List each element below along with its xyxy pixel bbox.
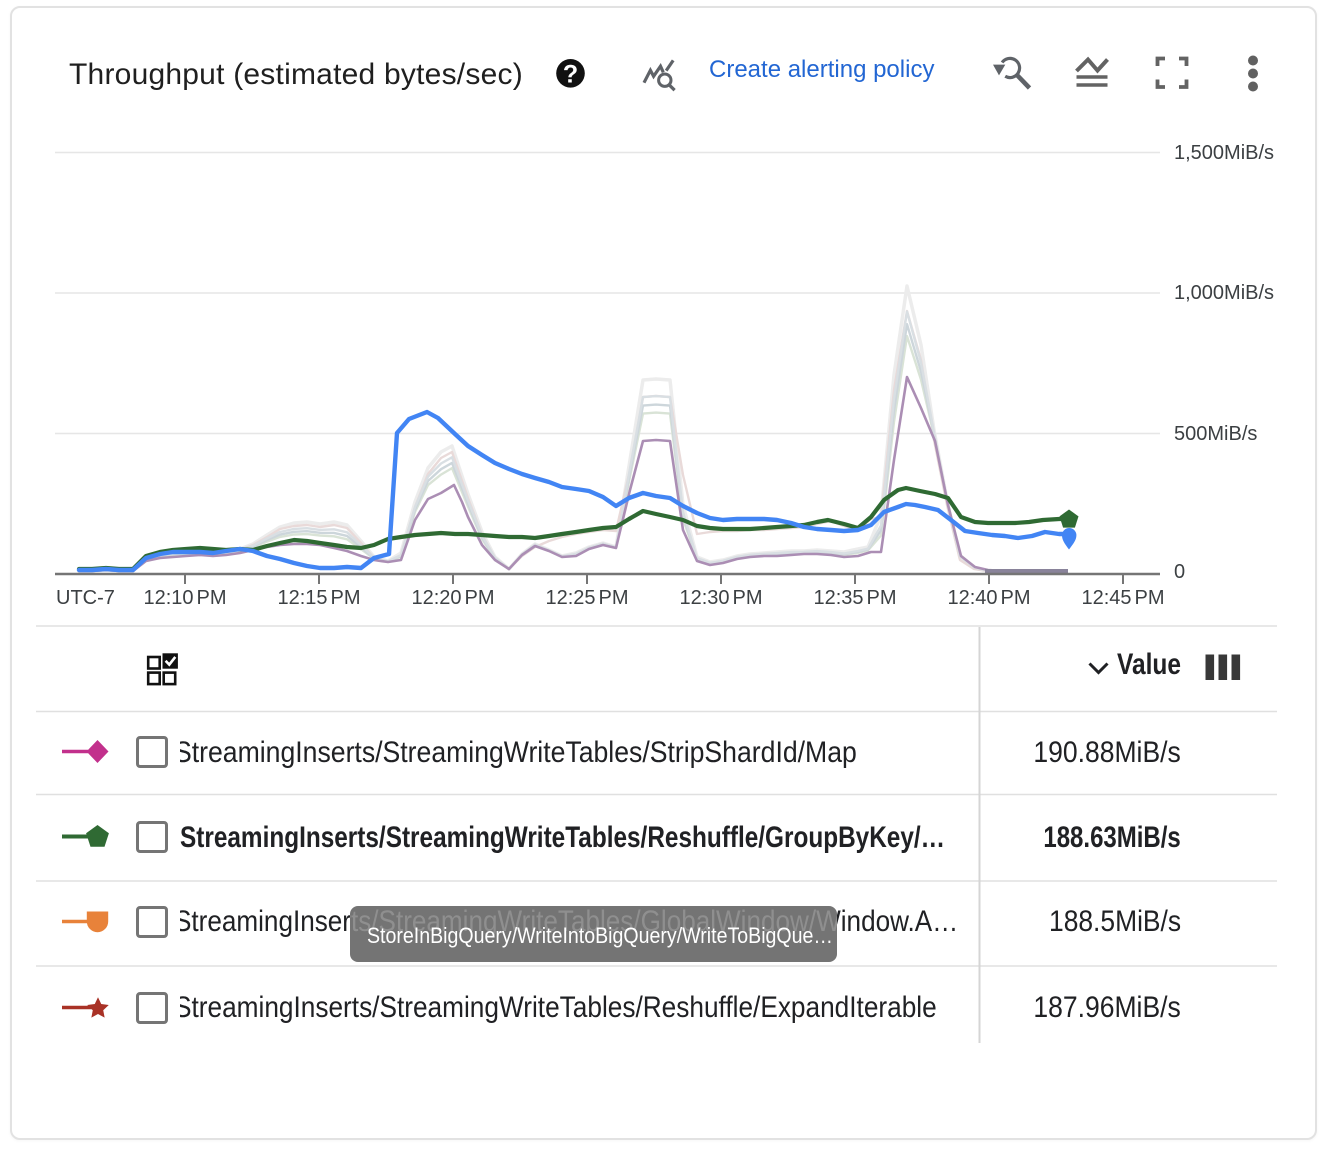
svg-text:?: ? — [563, 61, 578, 89]
